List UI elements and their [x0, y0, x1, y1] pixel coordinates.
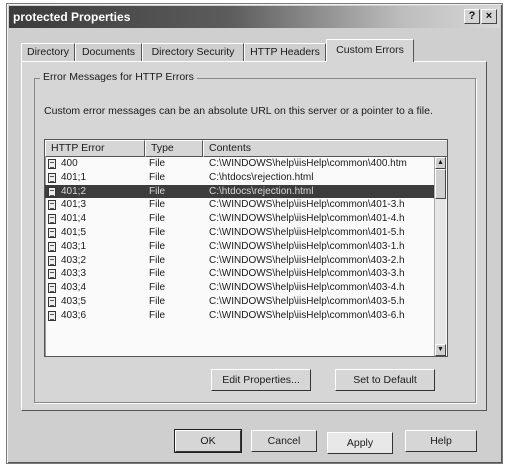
ok-button[interactable]: OK — [174, 429, 242, 453]
table-row[interactable]: 401;4 File C:\WINDOWS\help\iisHelp\common\… — [45, 212, 435, 226]
help-button[interactable]: Help — [405, 430, 477, 452]
table-row[interactable]: 403;4 File C:\WINDOWS\help\iisHelp\common\… — [45, 281, 435, 295]
type-cell: File — [149, 268, 166, 280]
contents-cell: C:\WINDOWS\help\iisHelp\common\403-1.h — [209, 240, 405, 252]
help-title-button[interactable]: ? — [464, 9, 480, 24]
table-row[interactable]: 403;3 File C:\WINDOWS\help\iisHelp\common\… — [45, 267, 435, 281]
http-errors-list[interactable]: HTTP Error Type Contents 400 File C:\WINDO… — [44, 139, 448, 357]
tab-http-headers[interactable]: HTTP Headers — [244, 43, 326, 61]
file-icon — [48, 186, 56, 197]
error-messages-group: Error Messages for HTTP Errors Custom er… — [34, 71, 476, 403]
error-code-cell: 403;3 — [61, 268, 87, 280]
type-cell: File — [149, 254, 166, 266]
type-cell: File — [149, 309, 166, 321]
error-code-cell: 403;6 — [61, 309, 87, 321]
type-cell: File — [149, 240, 166, 252]
table-row[interactable]: 403;2 File C:\WINDOWS\help\iisHelp\common\… — [45, 254, 435, 268]
tab-directory[interactable]: Directory — [21, 43, 75, 61]
file-icon — [48, 283, 56, 294]
list-header: HTTP Error Type Contents — [45, 140, 447, 157]
set-to-default-button[interactable]: Set to Default — [335, 369, 435, 391]
error-code-cell: 401;4 — [61, 213, 87, 225]
contents-cell: C:\WINDOWS\help\iisHelp\common\401-3.h — [209, 199, 405, 211]
window-title: protected Properties — [13, 10, 131, 24]
file-icon — [48, 227, 56, 238]
file-icon — [48, 172, 56, 183]
properties-dialog: protected Properties ? × Directory Docum… — [6, 3, 503, 464]
type-cell: File — [149, 158, 166, 169]
type-cell: File — [149, 213, 166, 225]
group-description: Custom error messages can be an absolute… — [44, 105, 433, 117]
tab-documents[interactable]: Documents — [75, 43, 142, 61]
contents-cell: C:\WINDOWS\help\iisHelp\common\401-4.h — [209, 213, 405, 225]
table-row[interactable]: 401;1 File C:\htdocs\rejection.html — [45, 171, 435, 185]
close-button[interactable]: × — [481, 9, 497, 24]
error-code-cell: 403;1 — [61, 240, 87, 252]
tab-custom-errors[interactable]: Custom Errors — [326, 39, 414, 62]
contents-cell: C:\WINDOWS\help\iisHelp\common\403-3.h — [209, 268, 405, 280]
contents-cell: C:\htdocs\rejection.html — [209, 171, 314, 183]
column-type[interactable]: Type — [145, 140, 203, 157]
table-row[interactable]: 403;5 File C:\WINDOWS\help\iisHelp\common\… — [45, 295, 435, 309]
cancel-button[interactable]: Cancel — [251, 430, 317, 452]
contents-cell: C:\WINDOWS\help\iisHelp\common\403-5.h — [209, 295, 405, 307]
contents-cell: C:\WINDOWS\help\iisHelp\common\401-5.h — [209, 226, 405, 238]
edit-properties-button[interactable]: Edit Properties... — [211, 369, 311, 391]
error-code-cell: 401;2 — [61, 185, 87, 197]
custom-errors-panel: Error Messages for HTTP Errors Custom er… — [21, 61, 487, 411]
error-code-cell: 403;5 — [61, 295, 87, 307]
error-code-cell: 401;1 — [61, 171, 87, 183]
title-bar[interactable]: protected Properties ? × — [9, 6, 500, 28]
error-code-cell: 401;5 — [61, 226, 87, 238]
table-row[interactable]: 401;5 File C:\WINDOWS\help\iisHelp\common\… — [45, 226, 435, 240]
file-icon — [48, 269, 56, 280]
group-label: Error Messages for HTTP Errors — [40, 71, 197, 83]
error-code-cell: 403;2 — [61, 254, 87, 266]
file-icon — [48, 255, 56, 266]
contents-cell: C:\WINDOWS\help\iisHelp\common\403-2.h — [209, 254, 405, 266]
type-cell: File — [149, 226, 166, 238]
error-code-cell: 401;3 — [61, 199, 87, 211]
list-body: 400 File C:\WINDOWS\help\iisHelp\common\40… — [45, 157, 435, 323]
type-cell: File — [149, 185, 166, 197]
contents-cell: C:\htdocs\rejection.html — [209, 185, 314, 197]
error-code-cell: 403;4 — [61, 282, 87, 294]
table-row[interactable]: 401;2 File C:\htdocs\rejection.html — [45, 184, 435, 199]
scroll-thumb[interactable] — [435, 169, 446, 199]
apply-button[interactable]: Apply — [327, 432, 393, 454]
type-cell: File — [149, 295, 166, 307]
file-icon — [48, 241, 56, 252]
list-scrollbar[interactable]: ▲ ▼ — [434, 157, 446, 356]
tab-directory-security[interactable]: Directory Security — [142, 43, 244, 61]
file-icon — [48, 159, 56, 169]
table-row[interactable]: 403;6 File C:\WINDOWS\help\iisHelp\common\… — [45, 309, 435, 323]
contents-cell: C:\WINDOWS\help\iisHelp\common\400.htm — [209, 158, 407, 169]
table-row[interactable]: 400 File C:\WINDOWS\help\iisHelp\common\40… — [45, 157, 435, 171]
table-row[interactable]: 401;3 File C:\WINDOWS\help\iisHelp\common\… — [45, 198, 435, 212]
file-icon — [48, 200, 56, 211]
contents-cell: C:\WINDOWS\help\iisHelp\common\403-6.h — [209, 309, 405, 321]
type-cell: File — [149, 171, 166, 183]
contents-cell: C:\WINDOWS\help\iisHelp\common\403-4.h — [209, 282, 405, 294]
type-cell: File — [149, 199, 166, 211]
error-code-cell: 400 — [61, 158, 78, 169]
scroll-down-icon[interactable]: ▼ — [435, 344, 446, 356]
column-contents[interactable]: Contents — [203, 140, 447, 157]
file-icon — [48, 296, 56, 307]
table-row[interactable]: 403;1 File C:\WINDOWS\help\iisHelp\common\… — [45, 240, 435, 254]
type-cell: File — [149, 282, 166, 294]
column-http-error[interactable]: HTTP Error — [45, 140, 145, 157]
scroll-up-icon[interactable]: ▲ — [435, 157, 446, 169]
file-icon — [48, 310, 56, 321]
file-icon — [48, 214, 56, 225]
